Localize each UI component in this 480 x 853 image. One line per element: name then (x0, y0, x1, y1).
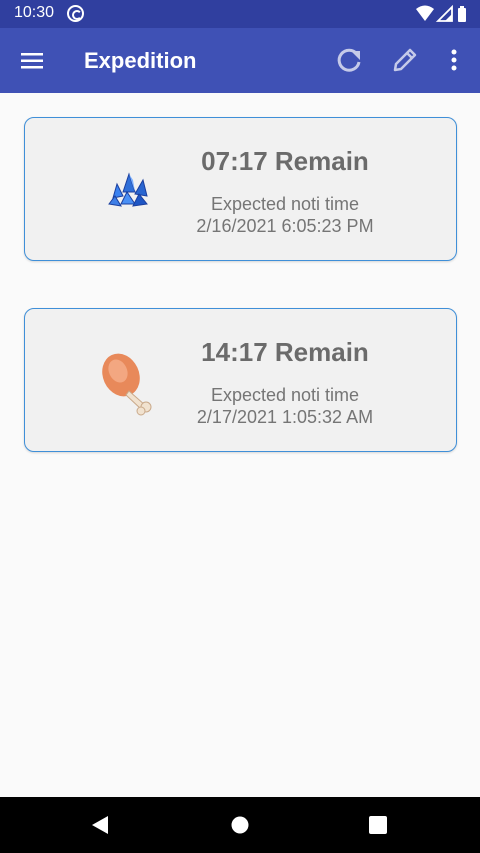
status-bar: 10:30 (0, 0, 480, 28)
more-vert-icon[interactable] (440, 42, 468, 78)
status-icons (416, 5, 466, 22)
signal-icon (435, 5, 453, 22)
remain-time: 14:17 Remain (201, 337, 369, 367)
home-icon[interactable] (230, 815, 250, 835)
back-icon[interactable] (90, 815, 110, 835)
status-time: 10:30 (14, 4, 55, 21)
edit-icon[interactable] (387, 42, 423, 78)
notification-icon (67, 5, 84, 22)
app-title: Expedition (84, 48, 197, 73)
battery-icon (458, 6, 466, 22)
recents-icon[interactable] (369, 816, 387, 834)
app-bar: Expedition (0, 28, 480, 93)
nav-bar (0, 797, 480, 853)
expected-label: Expected noti time (210, 194, 360, 214)
refresh-icon[interactable] (331, 42, 367, 78)
expedition-card[interactable]: 07:17 Remain Expected noti time 2/16/202… (24, 117, 457, 261)
remain-time: 07:17 Remain (201, 146, 369, 176)
menu-icon[interactable] (14, 46, 50, 76)
expected-time: 2/16/2021 6:05:23 PM (196, 216, 374, 236)
wifi-icon (416, 5, 434, 21)
expected-label: Expected noti time (210, 385, 360, 405)
expected-time: 2/17/2021 1:05:32 AM (196, 407, 374, 427)
expedition-card[interactable]: 14:17 Remain Expected noti time 2/17/202… (24, 308, 457, 452)
